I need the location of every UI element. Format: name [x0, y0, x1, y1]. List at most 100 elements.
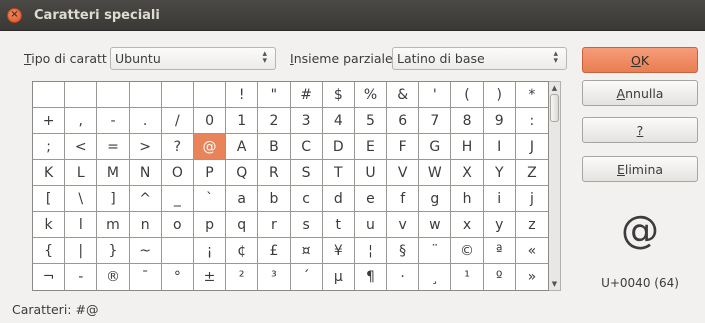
char-cell[interactable]: w [419, 212, 452, 238]
char-cell[interactable]: ) [483, 82, 516, 108]
char-cell[interactable]: ~ [129, 238, 162, 264]
subset-select[interactable]: Latino di base ▴ ▾ [392, 47, 567, 70]
char-cell[interactable]: ² [226, 264, 259, 290]
char-cell[interactable]: z [515, 212, 548, 238]
char-cell[interactable]: q [226, 212, 259, 238]
char-cell[interactable]: ± [194, 264, 227, 290]
character-grid[interactable]: ! " # $% & '() * +, -./0 1 2 3 4 5 6 7 8 9:; < = >? @ A B C D E F G H… [32, 81, 549, 291]
char-cell[interactable]: ' [419, 82, 452, 108]
char-cell[interactable]: ¸ [419, 264, 452, 290]
char-cell[interactable]: C [290, 134, 323, 160]
char-cell[interactable]: ® [97, 264, 130, 290]
char-cell[interactable]: ¢ [226, 238, 259, 264]
char-cell[interactable]: % [354, 82, 388, 108]
char-cell[interactable]: j [515, 186, 548, 212]
char-cell[interactable]: ¹ [451, 264, 484, 290]
char-cell[interactable]: M [97, 160, 130, 186]
char-cell[interactable]: e [354, 186, 388, 212]
help-button[interactable]: ? [582, 117, 698, 143]
char-cell[interactable]: L [65, 160, 98, 186]
char-cell[interactable]: ¥ [322, 238, 355, 264]
char-cell[interactable]: { [33, 238, 66, 264]
char-cell[interactable]: x [451, 212, 484, 238]
char-cell[interactable]: D [322, 134, 355, 160]
char-cell[interactable]: S [290, 160, 323, 186]
char-cell[interactable]: ´ [291, 264, 323, 290]
char-cell[interactable]: # [290, 82, 323, 108]
char-cell[interactable]: G [419, 134, 452, 160]
char-cell[interactable]: ; [33, 134, 66, 160]
scroll-thumb[interactable] [550, 94, 559, 122]
char-cell[interactable]: , [65, 108, 98, 134]
char-cell[interactable]: A [226, 134, 259, 160]
char-cell[interactable]: ¯ [130, 264, 162, 290]
char-cell[interactable]: T [322, 160, 355, 186]
ok-button[interactable]: OK [582, 47, 698, 73]
char-cell[interactable]: 8 [451, 108, 484, 134]
char-cell[interactable]: H [451, 134, 484, 160]
char-cell[interactable]: y [483, 212, 516, 238]
char-cell[interactable]: . [129, 108, 162, 134]
char-cell[interactable]: B [258, 134, 291, 160]
char-cell[interactable] [193, 82, 227, 108]
char-cell[interactable]: 5 [354, 108, 388, 134]
char-cell[interactable]: ` [193, 186, 227, 212]
char-cell[interactable]: a [226, 186, 259, 212]
delete-button[interactable]: Elimina [582, 156, 698, 182]
char-cell[interactable]: f [387, 186, 420, 212]
char-cell[interactable]: > [129, 134, 162, 160]
char-cell[interactable]: P [193, 160, 227, 186]
char-cell[interactable]: _ [161, 186, 194, 212]
char-cell[interactable]: O [161, 160, 194, 186]
char-cell[interactable] [161, 238, 194, 264]
char-cell[interactable]: k [33, 212, 66, 238]
char-cell[interactable]: + [33, 108, 66, 134]
char-cell[interactable]: W [419, 160, 452, 186]
char-cell[interactable]: R [258, 160, 291, 186]
char-cell[interactable]: p [193, 212, 227, 238]
char-cell[interactable]: u [354, 212, 388, 238]
char-cell[interactable]: @ [193, 134, 227, 160]
char-cell[interactable]: N [129, 160, 162, 186]
cancel-button[interactable]: Annulla [582, 80, 698, 106]
char-cell[interactable]: ³ [258, 264, 291, 290]
char-cell[interactable]: J [515, 134, 548, 160]
char-cell[interactable]: § [387, 238, 420, 264]
char-cell[interactable]: & [387, 82, 420, 108]
char-cell[interactable]: m [97, 212, 130, 238]
char-cell[interactable]: I [483, 134, 516, 160]
char-cell[interactable]: V [387, 160, 420, 186]
char-cell[interactable] [97, 82, 130, 108]
char-cell[interactable]: Z [515, 160, 548, 186]
char-cell[interactable]: 0 [193, 108, 227, 134]
char-cell[interactable]: E [354, 134, 388, 160]
char-cell[interactable]: K [33, 160, 66, 186]
char-cell[interactable]: Y [483, 160, 516, 186]
char-cell[interactable]: < [65, 134, 98, 160]
char-cell[interactable]: l [65, 212, 98, 238]
char-cell[interactable]: X [451, 160, 484, 186]
char-cell[interactable]: « [515, 238, 548, 264]
char-cell[interactable]: £ [258, 238, 291, 264]
char-cell[interactable]: s [290, 212, 323, 238]
char-cell[interactable]: µ [323, 264, 355, 290]
char-cell[interactable]: ¨ [419, 238, 452, 264]
char-cell[interactable]: - [97, 108, 130, 134]
scroll-down-icon[interactable]: ▼ [549, 278, 560, 290]
font-select[interactable]: Ubuntu ▴ ▾ [110, 47, 276, 70]
char-cell[interactable]: º [484, 264, 516, 290]
char-cell[interactable]: ¡ [193, 238, 227, 264]
char-cell[interactable]: ° [162, 264, 194, 290]
char-cell[interactable]: 6 [387, 108, 420, 134]
char-cell[interactable]: * [515, 82, 548, 108]
char-cell[interactable]: ] [97, 186, 130, 212]
char-cell[interactable]: n [129, 212, 162, 238]
char-cell[interactable]: Q [226, 160, 259, 186]
char-cell[interactable]: 7 [419, 108, 452, 134]
char-cell[interactable]: » [516, 264, 548, 290]
grid-scrollbar[interactable]: ▲ ▼ [549, 81, 561, 291]
char-cell[interactable]: 3 [290, 108, 323, 134]
char-cell[interactable]: ¦ [354, 238, 388, 264]
char-cell[interactable]: h [451, 186, 484, 212]
char-cell[interactable]: ¤ [290, 238, 323, 264]
